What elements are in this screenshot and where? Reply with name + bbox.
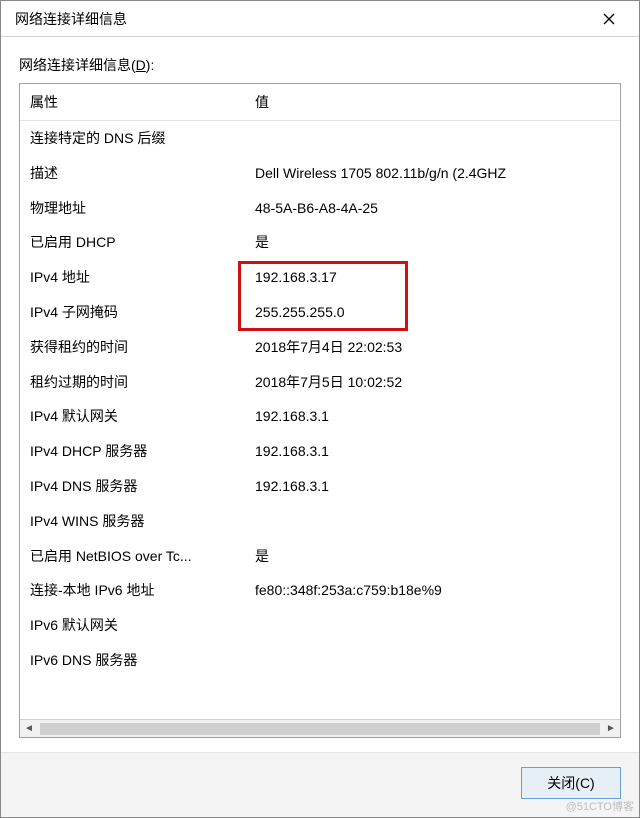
table-row[interactable]: IPv4 地址192.168.3.17	[20, 260, 620, 295]
table-row[interactable]: IPv4 DHCP 服务器192.168.3.1	[20, 434, 620, 469]
property-cell: 连接-本地 IPv6 地址	[20, 573, 245, 608]
table-row[interactable]: IPv6 默认网关	[20, 608, 620, 643]
table-row[interactable]: IPv4 默认网关192.168.3.1	[20, 399, 620, 434]
list-header: 属性 值	[20, 84, 620, 121]
content-area: 网络连接详细信息(D): 属性 值 连接特定的 DNS 后缀描述Dell Wir…	[1, 37, 639, 752]
horizontal-scrollbar[interactable]: ◄ ►	[20, 719, 620, 737]
property-cell: IPv4 默认网关	[20, 399, 245, 434]
window-title: 网络连接详细信息	[15, 9, 127, 29]
property-cell: IPv4 子网掩码	[20, 295, 245, 330]
property-cell: IPv4 DHCP 服务器	[20, 434, 245, 469]
property-cell: 描述	[20, 156, 245, 191]
value-cell: 是	[245, 225, 620, 260]
value-cell: 192.168.3.1	[245, 469, 620, 504]
value-cell: 255.255.255.0	[245, 295, 620, 330]
value-cell	[245, 643, 620, 678]
list-body: 连接特定的 DNS 后缀描述Dell Wireless 1705 802.11b…	[20, 121, 620, 719]
value-cell: fe80::348f:253a:c759:b18e%9	[245, 573, 620, 608]
table-row[interactable]: 租约过期的时间2018年7月5日 10:02:52	[20, 365, 620, 400]
property-cell: IPv4 地址	[20, 260, 245, 295]
scroll-right-arrow-icon[interactable]: ►	[602, 720, 620, 738]
close-button[interactable]: 关闭(C)	[521, 767, 621, 799]
value-cell: 2018年7月5日 10:02:52	[245, 365, 620, 400]
section-label-mnemonic: D	[136, 57, 146, 73]
column-header-value[interactable]: 值	[245, 84, 620, 120]
table-row[interactable]: IPv4 DNS 服务器192.168.3.1	[20, 469, 620, 504]
property-cell: IPv4 DNS 服务器	[20, 469, 245, 504]
value-cell: 是	[245, 539, 620, 574]
table-row[interactable]: 描述Dell Wireless 1705 802.11b/g/n (2.4GHZ	[20, 156, 620, 191]
value-cell: 2018年7月4日 22:02:53	[245, 330, 620, 365]
property-cell: 已启用 DHCP	[20, 225, 245, 260]
table-row[interactable]: 连接-本地 IPv6 地址fe80::348f:253a:c759:b18e%9	[20, 573, 620, 608]
table-row[interactable]: 获得租约的时间2018年7月4日 22:02:53	[20, 330, 620, 365]
scroll-thumb[interactable]	[40, 723, 600, 735]
table-row[interactable]: IPv4 子网掩码255.255.255.0	[20, 295, 620, 330]
value-cell: 48-5A-B6-A8-4A-25	[245, 191, 620, 226]
details-listview: 属性 值 连接特定的 DNS 后缀描述Dell Wireless 1705 80…	[19, 83, 621, 738]
table-row[interactable]: 物理地址48-5A-B6-A8-4A-25	[20, 191, 620, 226]
value-cell: 192.168.3.1	[245, 434, 620, 469]
table-row[interactable]: 连接特定的 DNS 后缀	[20, 121, 620, 156]
property-cell: 连接特定的 DNS 后缀	[20, 121, 245, 156]
value-cell	[245, 504, 620, 539]
property-cell: 获得租约的时间	[20, 330, 245, 365]
value-cell: Dell Wireless 1705 802.11b/g/n (2.4GHZ	[245, 156, 620, 191]
close-icon[interactable]	[589, 5, 629, 33]
scroll-left-arrow-icon[interactable]: ◄	[20, 720, 38, 738]
dialog-window: 网络连接详细信息 网络连接详细信息(D): 属性 值 连接特定的 DNS 后缀描…	[0, 0, 640, 818]
value-cell	[245, 608, 620, 643]
value-cell: 192.168.3.17	[245, 260, 620, 295]
button-bar: 关闭(C)	[1, 752, 639, 817]
section-label-suffix: ):	[146, 57, 155, 73]
property-cell: IPv4 WINS 服务器	[20, 504, 245, 539]
table-row[interactable]: 已启用 NetBIOS over Tc...是	[20, 539, 620, 574]
property-cell: 租约过期的时间	[20, 365, 245, 400]
property-cell: IPv6 默认网关	[20, 608, 245, 643]
section-label-prefix: 网络连接详细信息(	[19, 57, 136, 73]
value-cell	[245, 121, 620, 156]
column-header-property[interactable]: 属性	[20, 84, 245, 120]
property-cell: IPv6 DNS 服务器	[20, 643, 245, 678]
section-label: 网络连接详细信息(D):	[19, 55, 621, 75]
value-cell: 192.168.3.1	[245, 399, 620, 434]
table-row[interactable]: IPv4 WINS 服务器	[20, 504, 620, 539]
property-cell: 已启用 NetBIOS over Tc...	[20, 539, 245, 574]
table-row[interactable]: 已启用 DHCP是	[20, 225, 620, 260]
table-row[interactable]: IPv6 DNS 服务器	[20, 643, 620, 678]
property-cell: 物理地址	[20, 191, 245, 226]
titlebar: 网络连接详细信息	[1, 1, 639, 37]
